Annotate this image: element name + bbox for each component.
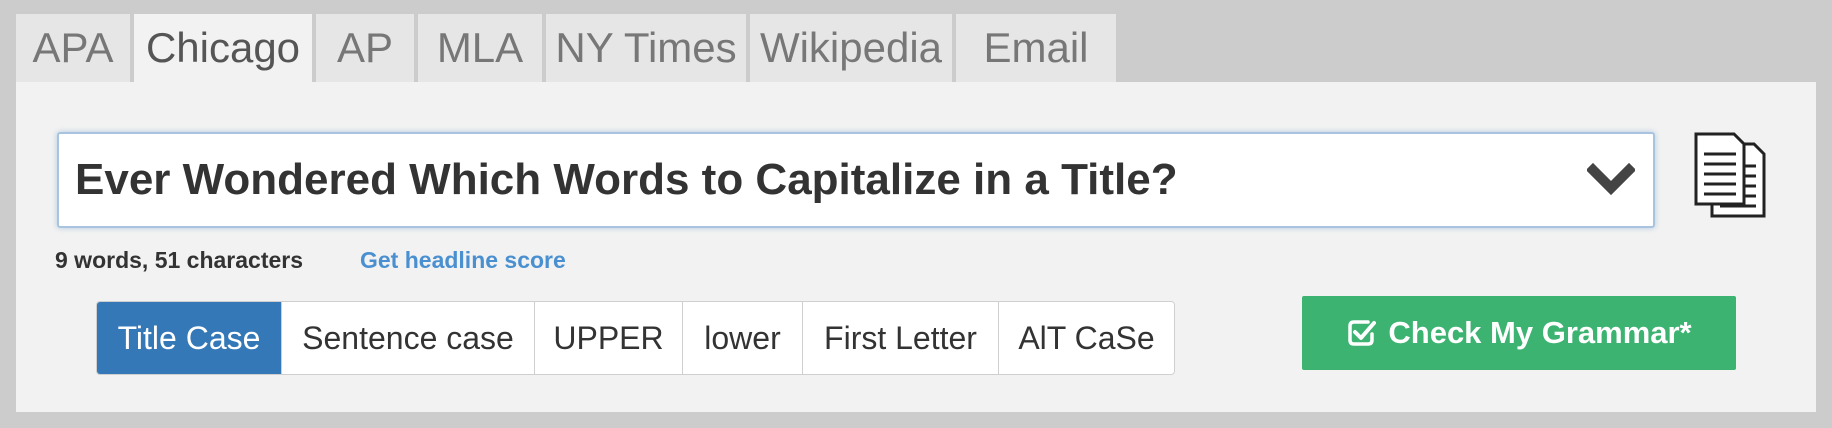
tab-email[interactable]: Email — [956, 14, 1116, 82]
upper-case-button[interactable]: UPPER — [534, 302, 682, 374]
sentence-case-button[interactable]: Sentence case — [281, 302, 534, 374]
alt-case-button[interactable]: AlT CaSe — [998, 302, 1174, 374]
tab-mla[interactable]: MLA — [418, 14, 542, 82]
check-square-icon — [1348, 320, 1377, 346]
tab-chicago[interactable]: Chicago — [134, 14, 312, 84]
tab-ap[interactable]: AP — [316, 14, 414, 82]
case-options: Title Case Sentence case UPPER lower Fir… — [96, 301, 1175, 375]
title-input[interactable]: Ever Wondered Which Words to Capitalize … — [57, 132, 1655, 228]
copy-icon[interactable] — [1692, 132, 1770, 220]
check-grammar-button[interactable]: Check My Grammar* — [1302, 296, 1736, 370]
title-case-button[interactable]: Title Case — [97, 302, 281, 374]
tab-apa[interactable]: APA — [16, 14, 130, 82]
chevron-down-icon[interactable] — [1587, 160, 1635, 200]
title-input-value[interactable]: Ever Wondered Which Words to Capitalize … — [75, 134, 1178, 226]
headline-score-link[interactable]: Get headline score — [360, 247, 566, 274]
first-letter-button[interactable]: First Letter — [802, 302, 998, 374]
tab-ny-times[interactable]: NY Times — [546, 14, 746, 82]
tab-wikipedia[interactable]: Wikipedia — [750, 14, 952, 82]
converter-panel: Ever Wondered Which Words to Capitalize … — [16, 82, 1816, 412]
word-character-count: 9 words, 51 characters — [55, 247, 304, 273]
check-grammar-label: Check My Grammar* — [1388, 315, 1692, 350]
lower-case-button[interactable]: lower — [682, 302, 802, 374]
